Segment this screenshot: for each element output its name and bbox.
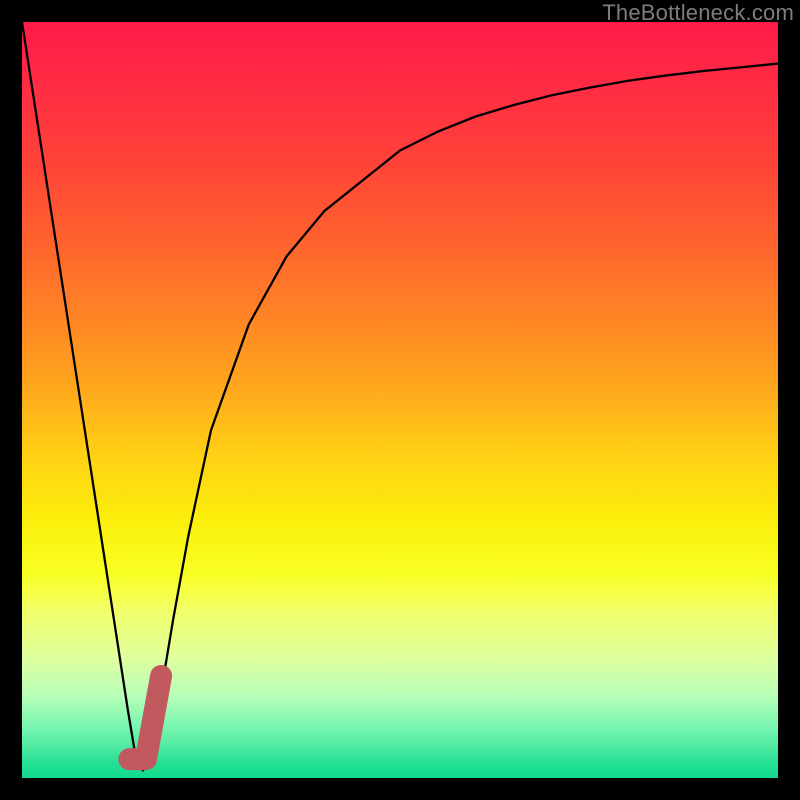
- chart-svg: [22, 22, 778, 778]
- plot-area: [22, 22, 778, 778]
- chart-frame: TheBottleneck.com: [0, 0, 800, 800]
- bottleneck-curve: [22, 22, 778, 770]
- watermark-text: TheBottleneck.com: [602, 0, 794, 26]
